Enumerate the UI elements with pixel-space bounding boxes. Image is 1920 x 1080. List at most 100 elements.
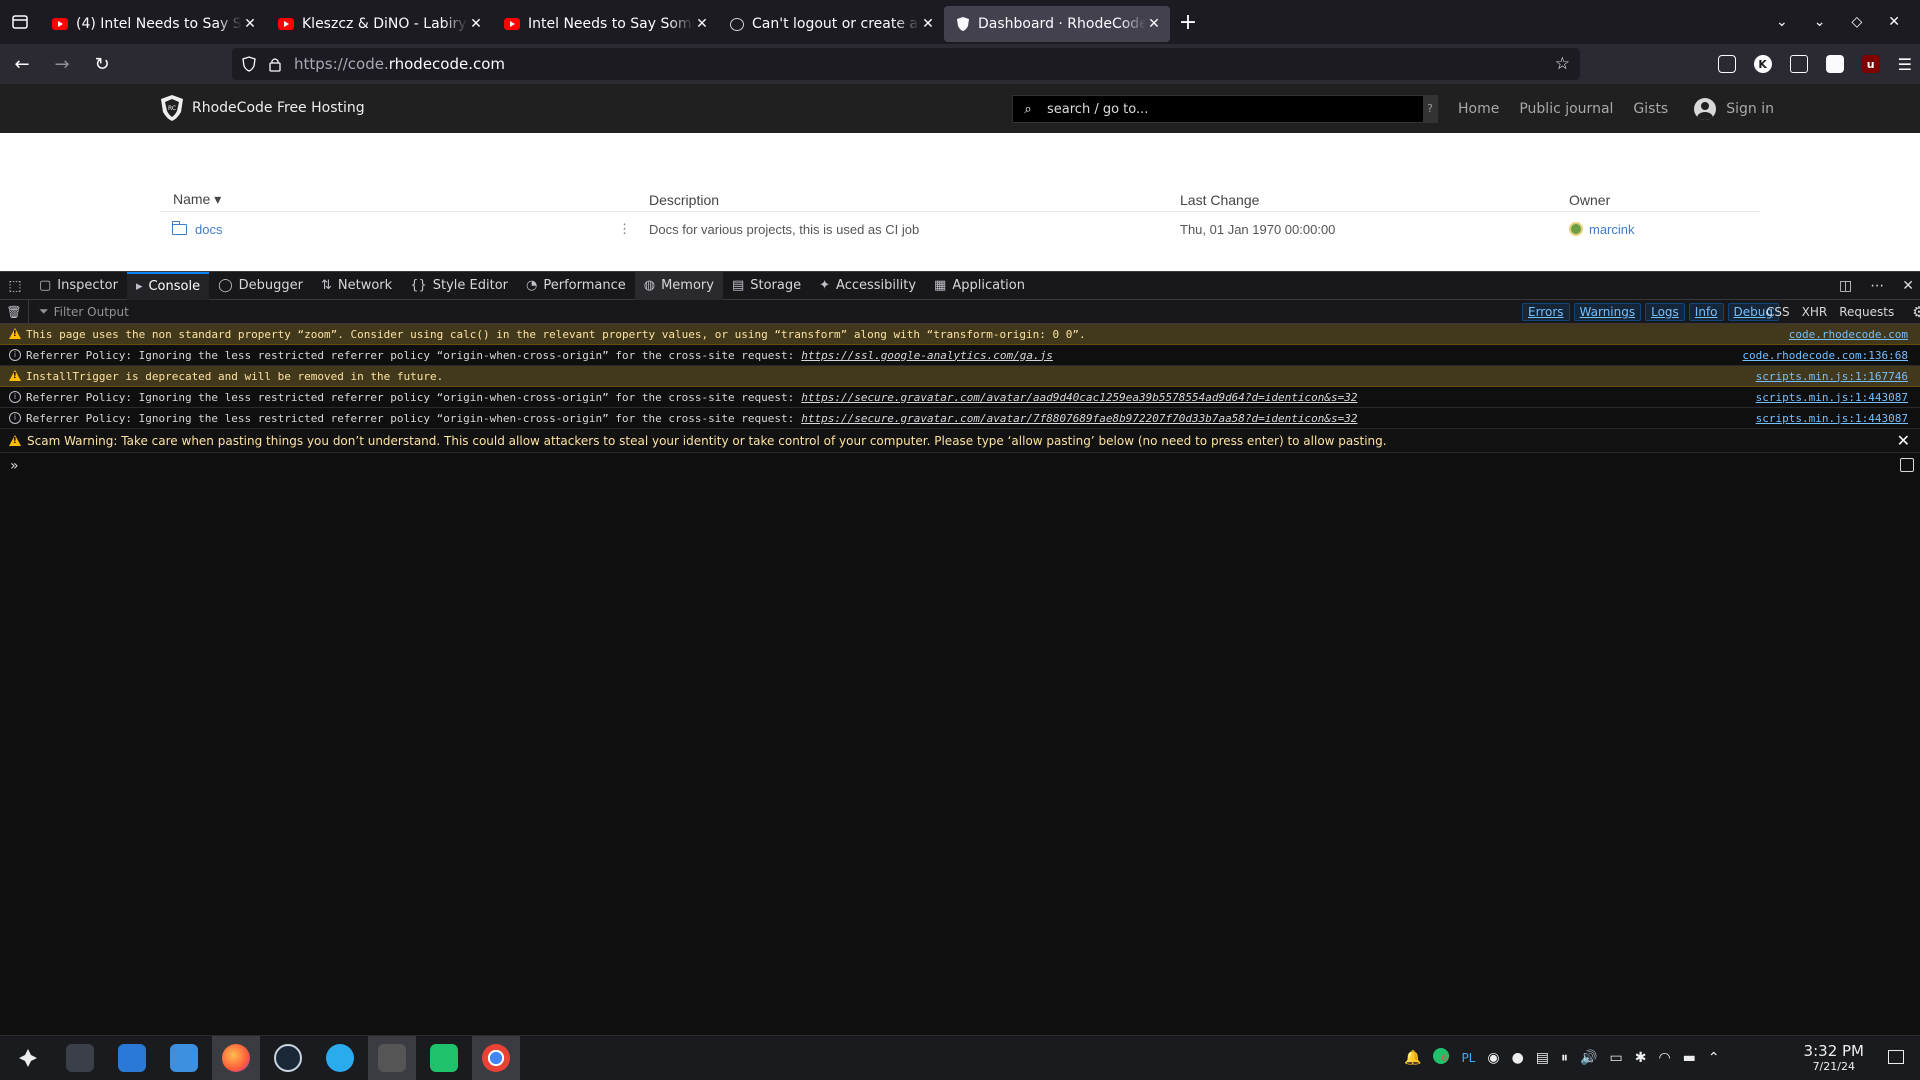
nav-home[interactable]: Home (1458, 101, 1499, 117)
console-input[interactable]: » (0, 453, 1920, 479)
filter-xhr[interactable]: XHR (1802, 305, 1828, 319)
hamburger-menu-icon[interactable]: ☰ (1898, 55, 1912, 74)
element-picker-icon[interactable]: ⬚ (0, 278, 30, 294)
message-source-link[interactable]: code.rhodecode.com:136:68 (1742, 349, 1908, 362)
show-desktop-button[interactable] (1888, 1050, 1904, 1064)
taskbar-files[interactable] (160, 1036, 208, 1080)
firefox-view-button[interactable] (0, 0, 40, 44)
close-tab-icon[interactable]: ✕ (468, 16, 484, 32)
tab-console[interactable]: ▸ Console (126, 271, 210, 300)
nav-public-journal[interactable]: Public journal (1519, 101, 1613, 117)
browser-tab[interactable]: (4) Intel Needs to Say Something✕ (40, 6, 266, 42)
tab-application[interactable]: ▦ Application (925, 272, 1034, 300)
tab-performance[interactable]: ◔ Performance (517, 272, 635, 300)
clipboard-icon[interactable]: ▤ (1536, 1050, 1549, 1066)
battery-icon[interactable]: ▬ (1683, 1050, 1696, 1066)
filter-requests[interactable]: Requests (1839, 305, 1894, 319)
restore-icon[interactable]: ◇ (1851, 14, 1862, 30)
taskbar-chrome[interactable] (472, 1036, 520, 1080)
site-logo[interactable]: RC RhodeCode Free Hosting (160, 94, 365, 122)
sign-in-link[interactable]: Sign in (1694, 97, 1774, 120)
close-window-icon[interactable]: ✕ (1888, 14, 1900, 30)
search-extension-icon[interactable] (1825, 55, 1844, 73)
search-input[interactable]: search / go to... (1047, 102, 1148, 117)
dock-side-icon[interactable]: ◫ (1839, 278, 1852, 294)
message-source-link[interactable]: scripts.min.js:1:443087 (1756, 391, 1908, 404)
message-source-link[interactable]: code.rhodecode.com (1789, 328, 1908, 341)
wifi-icon[interactable]: ◠ (1658, 1050, 1670, 1066)
taskbar-settings[interactable] (56, 1036, 104, 1080)
clock[interactable]: 3:32 PM 7/21/24 (1804, 1042, 1864, 1073)
close-tab-icon[interactable]: ✕ (694, 16, 710, 32)
browser-tab[interactable]: Kleszcz & DiNO - Labirynt (✕ (266, 6, 492, 42)
list-all-tabs-icon[interactable]: ⌄ (1776, 14, 1788, 30)
close-devtools-icon[interactable]: ✕ (1902, 278, 1914, 294)
url-bar[interactable]: https://code.rhodecode.com ☆ (232, 48, 1580, 80)
tab-inspector[interactable]: ▢ Inspector (30, 272, 127, 300)
updates-badge: 6 (1441, 1054, 1448, 1064)
tab-debugger[interactable]: ◯ Debugger (209, 272, 312, 300)
more-options-icon[interactable]: ⋯ (1870, 278, 1884, 294)
tray-expand-icon[interactable]: ⌃ (1708, 1050, 1720, 1066)
filter-warnings[interactable]: Warnings (1573, 303, 1642, 321)
owner-link[interactable]: marcink (1589, 222, 1635, 237)
new-tab-button[interactable]: + (1170, 10, 1206, 35)
row-menu-button[interactable]: ⋮ (618, 221, 631, 237)
tab-style-editor[interactable]: {} Style Editor (401, 272, 517, 300)
discord-tray-icon[interactable]: ● (1512, 1050, 1524, 1066)
nav-gists[interactable]: Gists (1633, 101, 1668, 117)
volume-icon[interactable]: 🔊 (1580, 1050, 1597, 1066)
close-warning-icon[interactable]: ✕ (1897, 431, 1910, 450)
filter-info[interactable]: Info (1688, 303, 1724, 321)
browser-tab[interactable]: Intel Needs to Say Something✕ (492, 6, 718, 42)
browser-tab[interactable]: Dashboard · RhodeCode Free Hosting✕ (944, 6, 1170, 42)
battery-monitor-icon[interactable]: ▭ (1609, 1050, 1622, 1066)
tab-accessibility[interactable]: ✦ Accessibility (810, 272, 925, 300)
repo-link[interactable]: docs (195, 222, 222, 237)
reload-button[interactable]: ↻ (84, 48, 120, 80)
keyboard-layout[interactable]: PL (1461, 1051, 1475, 1065)
message-source-link[interactable]: scripts.min.js:1:167746 (1756, 370, 1908, 383)
filter-css[interactable]: CSS (1766, 305, 1790, 319)
close-tab-icon[interactable]: ✕ (920, 16, 936, 32)
column-name-header[interactable]: Name ▾ (160, 191, 649, 208)
notification-bell-icon[interactable]: 🔔 (1404, 1050, 1421, 1066)
updates-icon[interactable]: 6 (1433, 1048, 1450, 1068)
message-source-link[interactable]: scripts.min.js:1:443087 (1756, 412, 1908, 425)
taskbar-store[interactable] (108, 1036, 156, 1080)
message-url-link[interactable]: https://secure.gravatar.com/avatar/aad9d… (801, 391, 1357, 404)
ublock-origin-icon[interactable]: u (1861, 55, 1880, 73)
close-tab-icon[interactable]: ✕ (242, 16, 258, 32)
taskbar-telegram[interactable] (316, 1036, 364, 1080)
tab-memory[interactable]: ◍ Memory (634, 271, 723, 300)
filter-input[interactable]: ⏷ Filter Output (28, 299, 129, 324)
media-pause-icon[interactable]: ⏸ (1561, 1050, 1568, 1066)
message-url-link[interactable]: https://secure.gravatar.com/avatar/7f880… (801, 412, 1357, 425)
filter-errors[interactable]: Errors (1522, 303, 1570, 321)
bookmark-star-icon[interactable]: ☆ (1555, 54, 1570, 74)
clear-console-icon[interactable]: 🗑 (0, 305, 28, 319)
tab-network[interactable]: ⇅ Network (312, 272, 401, 300)
taskbar-firefox[interactable] (212, 1036, 260, 1080)
back-button[interactable]: ← (4, 48, 40, 80)
tab-storage[interactable]: ▤ Storage (723, 272, 810, 300)
editor-mode-icon[interactable] (1900, 458, 1914, 472)
forward-button[interactable]: → (44, 48, 80, 80)
pocket-icon[interactable] (1717, 55, 1736, 73)
browser-tab[interactable]: Can't logout or create anything✕ (718, 6, 944, 42)
minimize-icon[interactable]: ⌄ (1814, 14, 1826, 30)
taskbar-terminal[interactable] (368, 1036, 416, 1080)
steam-tray-icon[interactable]: ◉ (1487, 1050, 1499, 1066)
extensions-puzzle-icon[interactable] (1789, 55, 1808, 73)
close-tab-icon[interactable]: ✕ (1146, 16, 1162, 32)
account-k-icon[interactable]: K (1753, 55, 1772, 73)
message-url-link[interactable]: https://ssl.google-analytics.com/ga.js (801, 349, 1053, 362)
gear-icon[interactable]: ⚙ (1912, 303, 1920, 321)
taskbar-steam[interactable] (264, 1036, 312, 1080)
app-launcher[interactable] (4, 1036, 52, 1080)
search-help-button[interactable]: ? (1423, 96, 1437, 122)
bluetooth-icon[interactable]: ✱ (1635, 1050, 1647, 1066)
filter-logs[interactable]: Logs (1645, 303, 1685, 321)
taskbar-sync-app[interactable] (420, 1036, 468, 1080)
site-search[interactable]: ⌕ search / go to... ? (1012, 95, 1438, 123)
